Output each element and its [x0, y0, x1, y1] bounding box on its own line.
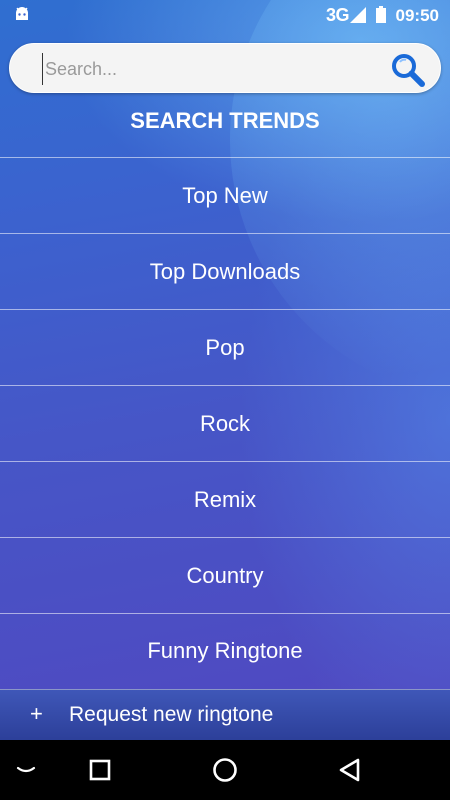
plus-icon: + [30, 701, 43, 726]
trend-list: Top New Top Downloads Pop Rock Remix Cou… [0, 157, 450, 688]
home-icon[interactable] [209, 754, 241, 786]
status-bar: 3G 09:50 [0, 0, 450, 30]
trend-item-top-downloads[interactable]: Top Downloads [0, 233, 450, 309]
trend-item-pop[interactable]: Pop [0, 309, 450, 385]
back-icon[interactable] [334, 754, 366, 786]
search-bar[interactable] [9, 43, 441, 93]
search-icon[interactable] [390, 52, 426, 88]
section-title: SEARCH TRENDS [130, 108, 320, 133]
recents-icon[interactable] [84, 754, 116, 786]
trend-item-top-new[interactable]: Top New [0, 157, 450, 233]
battery-icon [376, 6, 386, 23]
search-input[interactable] [42, 53, 377, 85]
trend-item-remix[interactable]: Remix [0, 461, 450, 537]
navigation-bar [0, 740, 450, 800]
keyboard-hide-icon[interactable] [10, 754, 42, 786]
request-ringtone-label: Request new ringtone [69, 703, 274, 726]
request-ringtone-button[interactable]: + Request new ringtone [0, 689, 450, 740]
trend-item-country[interactable]: Country [0, 537, 450, 613]
android-icon [16, 7, 28, 20]
app-screen: 3G 09:50 SEARCH TRENDS Top New Top Downl… [0, 0, 450, 740]
network-type: 3G [325, 5, 350, 25]
status-time: 09:50 [395, 6, 439, 25]
signal-icon [350, 7, 366, 23]
trend-item-funny-ringtone[interactable]: Funny Ringtone [0, 613, 450, 688]
trend-item-rock[interactable]: Rock [0, 385, 450, 461]
